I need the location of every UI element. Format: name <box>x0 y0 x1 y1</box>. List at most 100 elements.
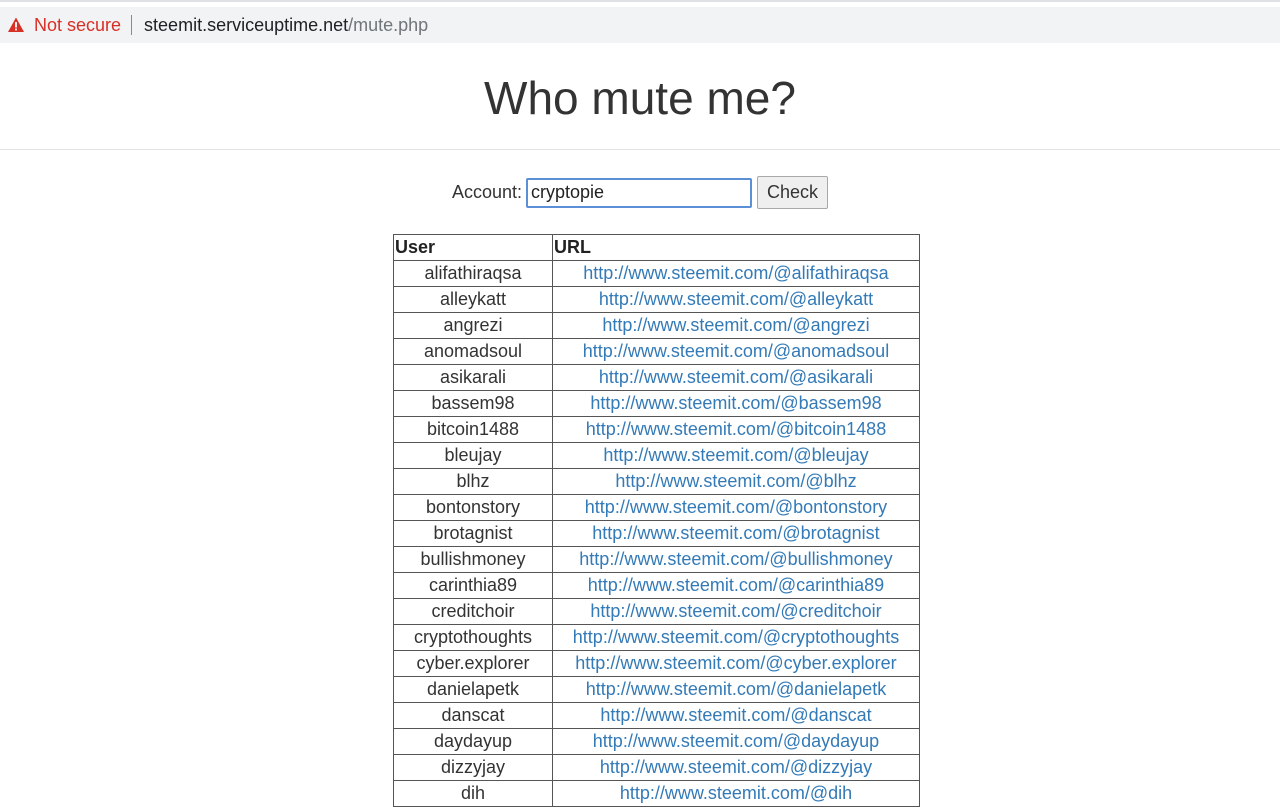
profile-link[interactable]: http://www.steemit.com/@daydayup <box>593 731 879 751</box>
table-row: alleykatt http://www.steemit.com/@alleyka… <box>393 286 920 313</box>
table-row: bleujay http://www.steemit.com/@bleujay <box>393 442 920 469</box>
url-cell: http://www.steemit.com/@carinthia89 <box>552 572 920 599</box>
url-cell: http://www.steemit.com/@cryptothoughts <box>552 624 920 651</box>
url-cell: http://www.steemit.com/@angrezi <box>552 312 920 339</box>
profile-link[interactable]: http://www.steemit.com/@bontonstory <box>585 497 887 517</box>
user-cell: asikarali <box>393 364 553 391</box>
profile-link[interactable]: http://www.steemit.com/@blhz <box>615 471 856 491</box>
url-cell: http://www.steemit.com/@daydayup <box>552 728 920 755</box>
table-row: cyber.explorer http://www.steemit.com/@cy… <box>393 650 920 677</box>
user-cell: bassem98 <box>393 390 553 417</box>
user-cell: brotagnist <box>393 520 553 547</box>
url-cell: http://www.steemit.com/@bitcoin1488 <box>552 416 920 443</box>
user-cell: alleykatt <box>393 286 553 313</box>
omnibox-separator <box>131 15 133 35</box>
profile-link[interactable]: http://www.steemit.com/@creditchoir <box>590 601 881 621</box>
user-cell: anomadsoul <box>393 338 553 365</box>
url-cell: http://www.steemit.com/@alifathiraqsa <box>552 260 920 287</box>
user-cell: bullishmoney <box>393 546 553 573</box>
profile-link[interactable]: http://www.steemit.com/@asikarali <box>599 367 873 387</box>
profile-link[interactable]: http://www.steemit.com/@brotagnist <box>592 523 879 543</box>
profile-link[interactable]: http://www.steemit.com/@danielapetk <box>586 679 886 699</box>
url-cell: http://www.steemit.com/@bullishmoney <box>552 546 920 573</box>
security-status-label[interactable]: Not secure <box>34 15 121 36</box>
url-cell: http://www.steemit.com/@brotagnist <box>552 520 920 547</box>
table-row: blhz http://www.steemit.com/@blhz <box>393 468 920 495</box>
url-cell: http://www.steemit.com/@alleykatt <box>552 286 920 313</box>
url-cell: http://www.steemit.com/@bleujay <box>552 442 920 469</box>
omnibox[interactable]: Not secure steemit.serviceuptime.net/mut… <box>0 7 1280 43</box>
muters-table: User URL alifathiraqsa http://www.steemit… <box>393 234 920 807</box>
user-cell: bontonstory <box>393 494 553 521</box>
profile-link[interactable]: http://www.steemit.com/@carinthia89 <box>588 575 884 595</box>
table-body: alifathiraqsa http://www.steemit.com/@ali… <box>393 260 920 807</box>
user-cell: dizzyjay <box>393 754 553 781</box>
table-row: brotagnist http://www.steemit.com/@brotag… <box>393 520 920 547</box>
profile-link[interactable]: http://www.steemit.com/@cyber.explorer <box>575 653 896 673</box>
account-label: Account: <box>451 182 523 202</box>
account-input[interactable] <box>526 177 753 208</box>
url-cell: http://www.steemit.com/@bassem98 <box>552 390 920 417</box>
check-button[interactable]: Check <box>757 176 829 209</box>
table-row: danscat http://www.steemit.com/@danscat <box>393 702 920 729</box>
url-cell: http://www.steemit.com/@danielapetk <box>552 676 920 703</box>
user-cell: bleujay <box>393 442 553 469</box>
table-row: angrezi http://www.steemit.com/@angrezi <box>393 312 920 339</box>
profile-link[interactable]: http://www.steemit.com/@bitcoin1488 <box>586 419 886 439</box>
profile-link[interactable]: http://www.steemit.com/@dizzyjay <box>600 757 872 777</box>
profile-link[interactable]: http://www.steemit.com/@danscat <box>600 705 871 725</box>
page-header: Who mute me? <box>0 49 1280 150</box>
url-cell: http://www.steemit.com/@bontonstory <box>552 494 920 521</box>
table-row: anomadsoul http://www.steemit.com/@anomad… <box>393 338 920 365</box>
user-cell: daydayup <box>393 728 553 755</box>
user-cell: carinthia89 <box>393 572 553 599</box>
profile-link[interactable]: http://www.steemit.com/@alleykatt <box>599 289 873 309</box>
user-cell: creditchoir <box>393 598 553 625</box>
url-cell: http://www.steemit.com/@blhz <box>552 468 920 495</box>
table-row: bullishmoney http://www.steemit.com/@bull… <box>393 546 920 573</box>
table-row: asikarali http://www.steemit.com/@asikara… <box>393 364 920 391</box>
table-row: bitcoin1488 http://www.steemit.com/@bitco… <box>393 416 920 443</box>
profile-link[interactable]: http://www.steemit.com/@anomadsoul <box>583 341 889 361</box>
url-cell: http://www.steemit.com/@anomadsoul <box>552 338 920 365</box>
table-row: creditchoir http://www.steemit.com/@credi… <box>393 598 920 625</box>
table-row: cryptothoughts http://www.steemit.com/@cr… <box>393 624 920 651</box>
url-host[interactable]: steemit.serviceuptime.net <box>144 15 348 36</box>
user-cell: alifathiraqsa <box>393 260 553 287</box>
table-row: daydayup http://www.steemit.com/@daydayup <box>393 728 920 755</box>
page-title: Who mute me? <box>484 72 796 124</box>
table-header-row: User URL <box>393 234 920 261</box>
profile-link[interactable]: http://www.steemit.com/@cryptothoughts <box>573 627 899 647</box>
url-cell: http://www.steemit.com/@dizzyjay <box>552 754 920 781</box>
profile-link[interactable]: http://www.steemit.com/@angrezi <box>602 315 869 335</box>
profile-link[interactable]: http://www.steemit.com/@alifathiraqsa <box>583 263 888 283</box>
table-row: bontonstory http://www.steemit.com/@bonto… <box>393 494 920 521</box>
user-cell: danscat <box>393 702 553 729</box>
table-row: alifathiraqsa http://www.steemit.com/@ali… <box>393 260 920 287</box>
user-cell: angrezi <box>393 312 553 339</box>
column-header-user: User <box>393 234 553 261</box>
user-cell: bitcoin1488 <box>393 416 553 443</box>
warning-triangle-icon[interactable] <box>7 16 25 34</box>
user-cell: danielapetk <box>393 676 553 703</box>
table-row: danielapetk http://www.steemit.com/@danie… <box>393 676 920 703</box>
table-row: carinthia89 http://www.steemit.com/@carin… <box>393 572 920 599</box>
column-header-url: URL <box>552 234 920 261</box>
url-cell: http://www.steemit.com/@cyber.explorer <box>552 650 920 677</box>
profile-link[interactable]: http://www.steemit.com/@bleujay <box>603 445 868 465</box>
table-row: bassem98 http://www.steemit.com/@bassem98 <box>393 390 920 417</box>
tab-strip-edge <box>0 0 1280 2</box>
url-cell: http://www.steemit.com/@creditchoir <box>552 598 920 625</box>
user-cell: cryptothoughts <box>393 624 553 651</box>
browser-address-bar: Not secure steemit.serviceuptime.net/mut… <box>0 0 1280 49</box>
table-row: dizzyjay http://www.steemit.com/@dizzyjay <box>393 754 920 781</box>
url-path[interactable]: /mute.php <box>348 15 428 36</box>
profile-link[interactable]: http://www.steemit.com/@dih <box>620 783 852 803</box>
url-cell: http://www.steemit.com/@danscat <box>552 702 920 729</box>
profile-link[interactable]: http://www.steemit.com/@bassem98 <box>590 393 881 413</box>
profile-link[interactable]: http://www.steemit.com/@bullishmoney <box>579 549 892 569</box>
account-form: Account: Check <box>0 175 1280 210</box>
user-cell: cyber.explorer <box>393 650 553 677</box>
url-cell: http://www.steemit.com/@asikarali <box>552 364 920 391</box>
user-cell: blhz <box>393 468 553 495</box>
